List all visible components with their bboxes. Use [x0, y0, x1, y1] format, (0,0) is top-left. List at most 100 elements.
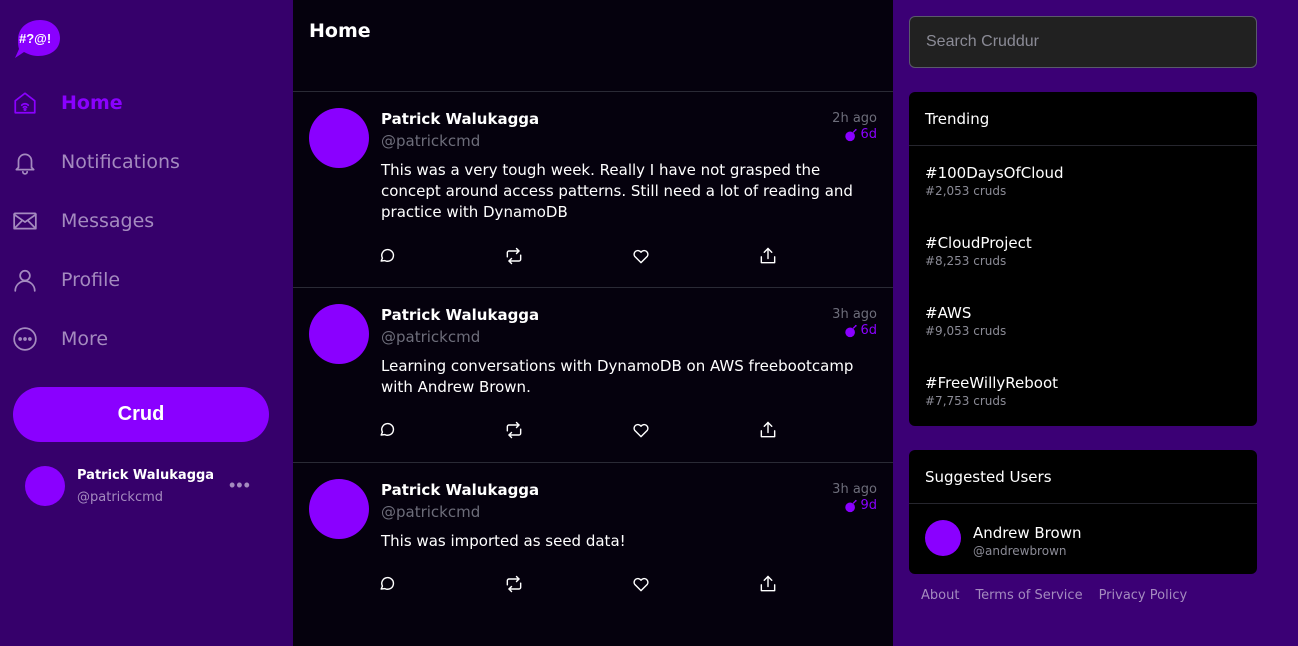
page-title: Home — [309, 20, 371, 42]
crud-expires: 6d — [844, 127, 877, 142]
nav-label-notifications: Notifications — [61, 151, 180, 173]
reply-button[interactable] — [377, 572, 504, 596]
nav-label-messages: Messages — [61, 210, 155, 232]
repost-button[interactable] — [504, 244, 631, 268]
terms-link[interactable]: Terms of Service — [975, 588, 1082, 603]
share-button[interactable] — [758, 418, 885, 442]
crud-actions — [377, 418, 885, 442]
avatar[interactable] — [309, 108, 369, 168]
crud-expires-label: 6d — [860, 127, 877, 142]
trending-item[interactable]: #CloudProject #8,253 cruds — [909, 216, 1257, 286]
repost-button[interactable] — [504, 572, 631, 596]
trending-count: #2,053 cruds — [925, 184, 1007, 198]
avatar — [25, 466, 65, 506]
bomb-icon — [845, 499, 858, 512]
trending-title: Trending — [909, 92, 1257, 146]
reply-button[interactable] — [377, 244, 504, 268]
suggested-users-panel: Suggested Users Andrew Brown @andrewbrow… — [909, 450, 1257, 574]
crud-message: Learning conversations with DynamoDB on … — [381, 357, 854, 396]
crud-actions — [377, 244, 885, 268]
trending-panel: Trending #100DaysOfCloud #2,053 cruds #C… — [909, 92, 1257, 426]
crud-expires-label: 9d — [860, 498, 877, 513]
profile-name: Patrick Walukagga — [77, 468, 215, 483]
privacy-link[interactable]: Privacy Policy — [1099, 588, 1188, 603]
crud-time-ago: 3h ago — [832, 482, 877, 497]
crud-item[interactable]: Patrick Walukagga @patrickcmd 3h ago 6d … — [293, 288, 893, 463]
avatar[interactable] — [309, 304, 369, 364]
crud-actions — [377, 572, 885, 596]
avatar[interactable] — [309, 479, 369, 539]
crud-handle[interactable]: @patrickcmd — [381, 503, 480, 521]
like-icon — [633, 423, 649, 438]
crud-display-name[interactable]: Patrick Walukagga — [381, 110, 539, 128]
crud-handle[interactable]: @patrickcmd — [381, 328, 480, 346]
crud-item[interactable]: Patrick Walukagga @patrickcmd 3h ago 9d … — [293, 463, 893, 638]
suggested-user-handle: @andrewbrown — [973, 544, 1067, 558]
profile-info[interactable]: Patrick Walukagga @patrickcmd ••• — [25, 465, 265, 507]
reply-button[interactable] — [377, 418, 504, 442]
share-icon — [760, 575, 776, 592]
feed: Home Patrick Walukagga @patrickcmd 2h ag… — [293, 0, 893, 646]
suggested-user-name: Andrew Brown — [973, 524, 1082, 542]
trending-item[interactable]: #FreeWillyReboot #7,753 cruds — [909, 356, 1257, 426]
nav-item-messages[interactable]: Messages — [12, 201, 154, 241]
repost-icon — [506, 421, 522, 439]
crud-expires: 6d — [844, 323, 877, 338]
trending-count: #9,053 cruds — [925, 324, 1007, 338]
repost-icon — [506, 575, 522, 593]
nav-label-more: More — [61, 328, 109, 350]
nav-label-home: Home — [61, 92, 123, 114]
avatar — [925, 520, 961, 556]
suggested-user[interactable]: Andrew Brown @andrewbrown — [909, 504, 1257, 574]
share-icon — [760, 247, 776, 264]
trending-hashtag: #FreeWillyReboot — [925, 374, 1059, 392]
logo[interactable]: #?@! — [12, 18, 62, 60]
profile-menu-icon[interactable]: ••• — [229, 475, 251, 496]
crud-time-ago: 3h ago — [832, 307, 877, 322]
feed-header: Home — [293, 0, 893, 92]
nav-label-profile: Profile — [61, 269, 121, 291]
share-icon — [760, 421, 776, 438]
sidebar: #?@! Home Notifications Messages Profile… — [0, 0, 293, 646]
user-icon — [12, 267, 38, 293]
bell-icon — [12, 149, 38, 175]
trending-item[interactable]: #AWS #9,053 cruds — [909, 286, 1257, 356]
logo-icon: #?@! — [15, 20, 60, 58]
suggested-users-title: Suggested Users — [909, 450, 1257, 504]
crud-button[interactable]: Crud — [13, 387, 269, 442]
like-button[interactable] — [631, 418, 758, 442]
trending-item[interactable]: #100DaysOfCloud #2,053 cruds — [909, 146, 1257, 216]
reply-icon — [380, 576, 395, 590]
home-icon — [12, 90, 38, 116]
nav-item-profile[interactable]: Profile — [12, 260, 120, 300]
repost-button[interactable] — [504, 418, 631, 442]
envelope-icon — [12, 208, 38, 234]
crud-display-name[interactable]: Patrick Walukagga — [381, 481, 539, 499]
share-button[interactable] — [758, 244, 885, 268]
about-link[interactable]: About — [921, 588, 959, 603]
share-button[interactable] — [758, 572, 885, 596]
trending-hashtag: #CloudProject — [925, 234, 1032, 252]
crud-expires-label: 6d — [860, 323, 877, 338]
crud-expires: 9d — [844, 498, 877, 513]
nav-item-notifications[interactable]: Notifications — [12, 142, 180, 182]
crud-handle[interactable]: @patrickcmd — [381, 132, 480, 150]
crud-message: This was imported as seed data! — [381, 532, 626, 550]
like-button[interactable] — [631, 244, 758, 268]
trending-count: #7,753 cruds — [925, 394, 1007, 408]
more-circle-icon — [12, 326, 38, 352]
crud-message: This was a very tough week. Really I hav… — [381, 161, 853, 221]
logo-text: #?@! — [19, 31, 51, 46]
profile-handle: @patrickcmd — [77, 490, 164, 505]
like-button[interactable] — [631, 572, 758, 596]
crud-item[interactable]: Patrick Walukagga @patrickcmd 2h ago 6d … — [293, 92, 893, 288]
repost-icon — [506, 247, 522, 265]
footer-links: About Terms of Service Privacy Policy — [921, 588, 1187, 603]
reply-icon — [380, 422, 395, 436]
nav-item-home[interactable]: Home — [12, 83, 123, 123]
crud-display-name[interactable]: Patrick Walukagga — [381, 306, 539, 324]
like-icon — [633, 249, 649, 264]
search-input[interactable] — [909, 16, 1257, 68]
nav-item-more[interactable]: More — [12, 319, 108, 359]
reply-icon — [380, 248, 395, 262]
